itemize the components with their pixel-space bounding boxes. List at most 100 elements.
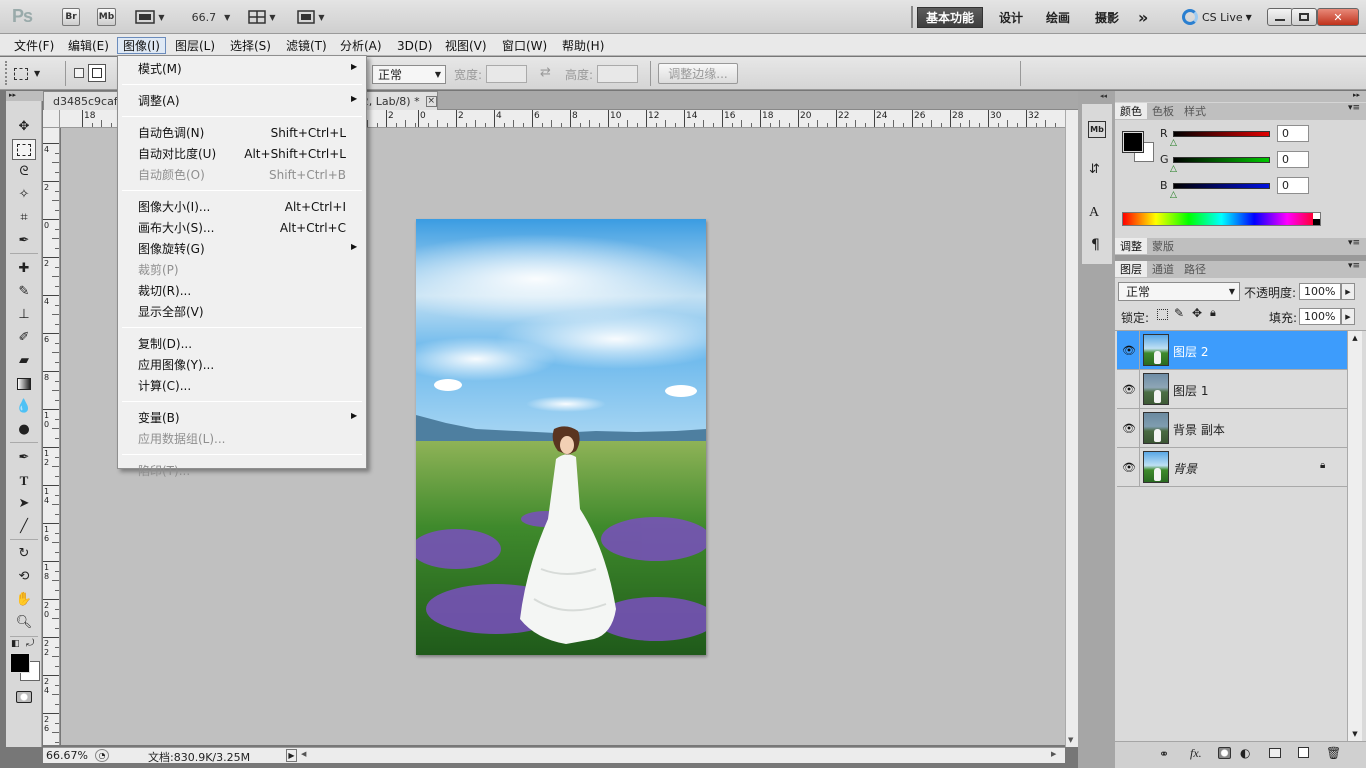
slider-thumb-icon[interactable]: △ [1170,164,1177,174]
black-white-swatch[interactable] [1313,213,1320,225]
tab-styles[interactable]: 样式 [1179,103,1211,119]
add-selection-icon[interactable] [88,64,106,82]
toolbox-collapse-icon[interactable]: ▸▸ [6,91,43,101]
image-menu-item[interactable]: 应用图像(Y)... [138,355,346,374]
more-workspaces-icon[interactable]: » [1130,7,1156,28]
new-layer-icon[interactable] [1298,747,1309,758]
opacity-slider-toggle[interactable]: ▶ [1341,283,1355,300]
menu-analysis[interactable]: 分析(A) [335,37,387,54]
link-layers-icon[interactable]: ⚭ [1159,747,1169,761]
image-menu-item[interactable]: 画布大小(S)... Alt+Ctrl+C [138,218,346,237]
workspace-design[interactable]: 设计 [991,7,1031,28]
cs-live-button[interactable]: CS Live ▼ [1198,7,1256,28]
crop-tool-icon[interactable]: ⌗ [12,207,36,228]
menu-layer[interactable]: 图层(L) [170,37,220,54]
view-extras-button[interactable]: ▼ [133,8,167,26]
style-mode-select[interactable]: 正常 ▼ [372,65,446,84]
panel-menu-icon[interactable]: ▾≡ [1348,261,1360,278]
menu-help[interactable]: 帮助(H) [557,37,609,54]
dodge-tool-icon[interactable]: ● [12,419,36,440]
tab-swatches[interactable]: 色板 [1147,103,1179,119]
dock-collapse-icon[interactable]: ▸▸ [1353,91,1360,99]
path-selection-tool-icon[interactable]: ➤ [12,493,36,514]
fill-input[interactable]: 100% [1299,308,1341,325]
tab-channels[interactable]: 通道 [1147,261,1179,277]
menu-select[interactable]: 选择(S) [225,37,276,54]
lock-all-icon[interactable]: 🔒︎ [1210,306,1216,320]
layer-thumbnail[interactable] [1143,373,1169,405]
arrange-documents-button[interactable]: ▼ [245,8,279,26]
channel-slider[interactable] [1173,131,1270,137]
mini-bridge-button[interactable]: Mb [97,8,116,26]
tab-layers[interactable]: 图层 [1115,261,1147,277]
adjustment-layer-icon[interactable]: ◐ [1240,746,1250,760]
channel-value-input[interactable]: 0 [1277,151,1309,168]
close-document-icon[interactable]: × [425,95,437,107]
channel-value-input[interactable]: 0 [1277,125,1309,142]
quick-mask-icon[interactable] [12,686,36,707]
image-menu-item[interactable]: 自动色调(N) Shift+Ctrl+L [138,123,346,142]
vertical-ruler[interactable]: 4 2 0 2 4 6 8 10 12 14 16 18 20 22 24 26 [43,128,60,745]
new-selection-icon[interactable] [74,68,84,78]
add-mask-icon[interactable] [1218,747,1231,759]
refine-edge-button[interactable]: 调整边缘... [658,63,738,84]
tab-adjustments[interactable]: 调整 [1115,238,1147,254]
image-menu-item[interactable]: 变量(B) [138,408,346,427]
opacity-input[interactable]: 100% [1299,283,1341,300]
lasso-tool-icon[interactable]: ᘓ [12,161,36,182]
character-panel-icon[interactable]: A [1089,205,1099,221]
zoom-status-value[interactable]: 66.67% [46,749,88,762]
fill-slider-toggle[interactable]: ▶ [1341,308,1355,325]
channel-value-input[interactable]: 0 [1277,177,1309,194]
image-menu-item[interactable]: 自动对比度(U) Alt+Shift+Ctrl+L [138,144,346,163]
menu-window[interactable]: 窗口(W) [497,37,552,54]
layer-name[interactable]: 背景 副本 [1173,421,1225,438]
menu-edit[interactable]: 编辑(E) [63,37,114,54]
layer-thumbnail[interactable] [1143,334,1169,366]
slider-thumb-icon[interactable]: △ [1170,190,1177,200]
brush-tool-icon[interactable]: ✎ [12,281,36,302]
image-menu-item[interactable]: 计算(C)... [138,376,346,395]
mini-bridge-panel-icon[interactable]: Mb [1088,121,1106,138]
image-menu-item[interactable]: 调整(A) [138,91,346,110]
scroll-down-icon[interactable]: ▼ [1068,736,1073,744]
panel-menu-icon[interactable]: ▾≡ [1348,103,1360,120]
3d-orbit-tool-icon[interactable]: ⟲ [12,566,36,587]
line-tool-icon[interactable]: ╱ [12,516,36,537]
foreground-color-swatch[interactable] [10,653,30,673]
panel-menu-icon[interactable]: ▾≡ [1348,238,1360,255]
clone-source-panel-icon[interactable]: ⇵ [1089,162,1100,177]
lock-position-icon[interactable]: ✥ [1192,306,1202,320]
bridge-button[interactable]: Br [62,8,80,26]
workspace-essentials[interactable]: 基本功能 [917,7,984,28]
dock-expand-icon[interactable]: ◂◂ [1100,92,1107,100]
layer-effects-icon[interactable]: fx. [1190,746,1202,761]
type-tool-icon[interactable]: T [12,470,36,491]
status-menu-icon[interactable]: ▶ [286,749,297,762]
quick-selection-tool-icon[interactable]: ✧ [12,184,36,205]
lock-transparency-icon[interactable] [1157,309,1168,320]
swap-colors-icon[interactable]: ⤾ [26,638,34,649]
tool-preset-picker[interactable]: ▼ [14,63,58,84]
pen-tool-icon[interactable]: ✒ [12,447,36,468]
scroll-down-icon[interactable]: ▼ [1348,730,1362,738]
tab-paths[interactable]: 路径 [1179,261,1211,277]
layer-thumbnail[interactable] [1143,412,1169,444]
layer-visibility-eye-icon[interactable]: 👁︎ [1121,460,1137,474]
image-menu-item[interactable]: 复制(D)... [138,334,346,353]
new-group-icon[interactable] [1269,748,1281,758]
layer-visibility-eye-icon[interactable]: 👁︎ [1121,343,1137,357]
workspace-painting[interactable]: 绘画 [1038,7,1078,28]
blend-mode-select[interactable]: 正常 ▼ [1118,282,1240,301]
layers-scrollbar[interactable]: ▲ ▼ [1347,331,1362,741]
marquee-tool-icon[interactable] [12,139,36,160]
layer-name[interactable]: 图层 1 [1173,382,1208,399]
paragraph-panel-icon[interactable]: ¶ [1091,237,1100,253]
layer-row[interactable]: 👁︎ 图层 2 [1117,331,1347,370]
blur-tool-icon[interactable]: 💧 [12,396,36,417]
layer-row[interactable]: 👁︎ 图层 1 [1117,370,1347,409]
screen-mode-button[interactable]: ▼ [294,8,328,26]
default-colors-icon[interactable]: ◧ [11,639,20,649]
image-menu-item[interactable]: 裁切(R)... [138,281,346,300]
scroll-up-icon[interactable]: ▲ [1348,334,1362,342]
